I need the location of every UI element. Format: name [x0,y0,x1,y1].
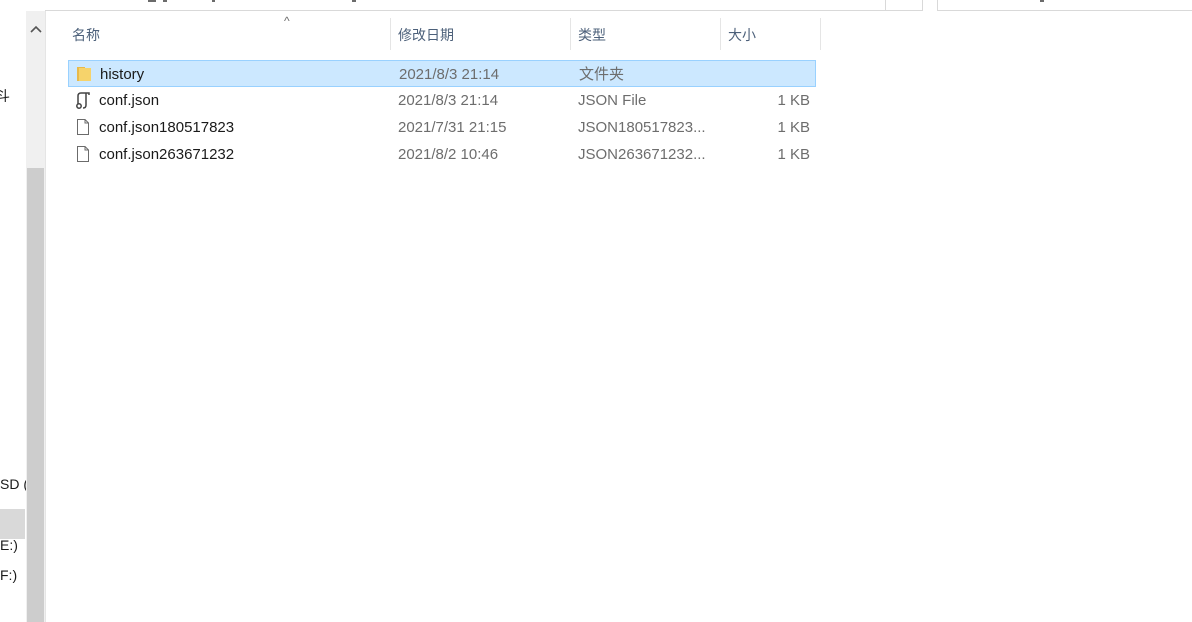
column-header-type[interactable]: 类型 [570,18,720,50]
file-icon [77,119,89,135]
column-header-type-label: 类型 [578,27,606,43]
folder-icon [77,67,91,81]
column-header-name[interactable]: 名称 [64,18,390,50]
file-name: conf.json263671232 [99,146,235,163]
address-bar-border [45,10,885,11]
pane-divider[interactable] [45,11,46,622]
address-bar-text-fragment [163,0,167,2]
nav-item-label[interactable]: SD ( [0,476,28,492]
file-row[interactable]: conf.json180517823 2021/7/31 21:15 JSON1… [68,114,816,141]
column-header-date[interactable]: 修改日期 [390,18,570,50]
file-type: 文件夹 [579,66,625,83]
file-type: JSON File [578,92,647,109]
column-divider[interactable] [820,18,821,50]
file-size: 1 KB [777,119,810,136]
file-explorer-window: 斗 SD ( E:) F:) ^ 名称 修改日期 类型 大小 history 2… [0,0,1192,622]
column-header-size-label: 大小 [728,27,756,43]
nav-item-label[interactable]: F:) [0,567,17,583]
file-icon [77,146,89,162]
file-type: JSON180517823... [578,119,706,136]
nav-item-selected[interactable] [0,509,25,539]
address-bar-text-fragment [148,0,156,2]
file-date: 2021/8/3 21:14 [398,92,499,109]
column-header-row: ^ 名称 修改日期 类型 大小 [64,14,822,50]
address-bar-text-fragment [352,0,356,2]
column-header-size[interactable]: 大小 [720,18,820,50]
file-size: 1 KB [777,146,810,163]
file-row[interactable]: conf.json263671232 2021/8/2 10:46 JSON26… [68,141,816,168]
refresh-button[interactable] [885,0,923,11]
nav-item-label[interactable]: E:) [0,537,18,553]
json-file-icon [76,92,90,109]
search-box[interactable] [937,0,1192,11]
column-header-name-label: 名称 [72,27,100,43]
scroll-thumb[interactable] [27,168,44,622]
file-date: 2021/7/31 21:15 [398,119,507,136]
search-box-text-fragment [1040,0,1044,2]
file-name: conf.json180517823 [99,119,235,136]
file-name: conf.json [99,92,160,109]
file-row[interactable]: history 2021/8/3 21:14 文件夹 [68,60,816,87]
scroll-up-icon[interactable] [26,19,45,39]
nav-scrollbar[interactable] [26,11,45,622]
column-header-date-label: 修改日期 [398,27,454,43]
address-bar-text-fragment [212,0,215,2]
file-row[interactable]: conf.json 2021/8/3 21:14 JSON File 1 KB [68,87,816,114]
nav-item-label[interactable]: 斗 [0,86,10,106]
file-date: 2021/8/3 21:14 [399,66,500,83]
file-date: 2021/8/2 10:46 [398,146,499,163]
file-size: 1 KB [777,92,810,109]
file-type: JSON263671232... [578,146,706,163]
file-name: history [100,66,145,83]
